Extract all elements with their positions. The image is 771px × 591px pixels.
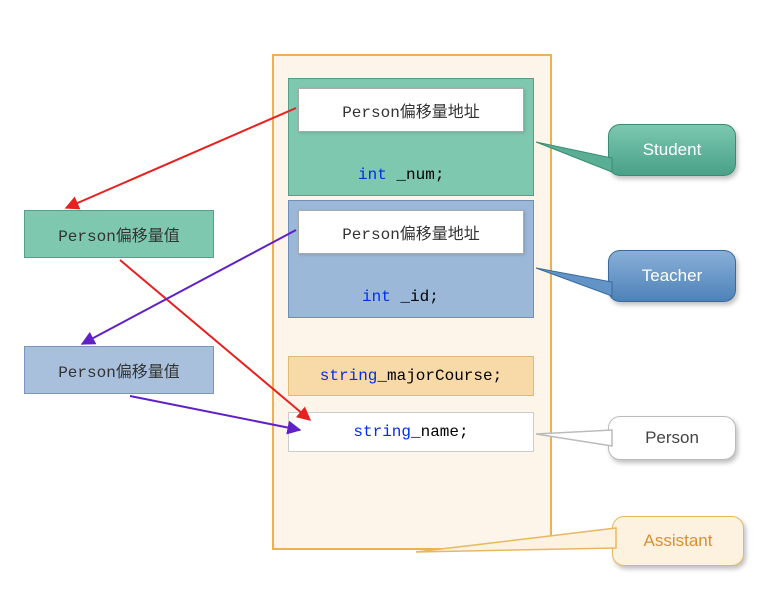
person-offset-value-green: Person偏移量值 [24,210,214,258]
field-name-majorcourse: _majorCourse; [377,367,502,385]
major-course-field-box: string _majorCourse; [288,356,534,396]
teacher-field-id: int _id; [362,288,439,306]
callout-assistant: Assistant [612,516,744,566]
field-name-name: _name; [411,423,469,441]
keyword-int: int [362,288,391,306]
callout-student: Student [608,124,736,176]
field-name-num: _num; [387,166,445,184]
teacher-offset-address-box: Person偏移量地址 [298,210,524,254]
student-offset-label: Person偏移量地址 [342,98,480,122]
student-field-num: int _num; [358,166,444,184]
callout-teacher: Teacher [608,250,736,302]
callout-person: Person [608,416,736,460]
name-field-box: string _name; [288,412,534,452]
callout-student-label: Student [643,140,702,160]
keyword-string: string [353,423,411,441]
student-offset-address-box: Person偏移量地址 [298,88,524,132]
callout-teacher-label: Teacher [642,266,702,286]
field-name-id: _id; [391,288,439,306]
callout-person-label: Person [645,428,699,448]
offset-blue-label: Person偏移量值 [58,358,180,382]
arrow-student-to-offset [66,108,296,208]
callout-assistant-label: Assistant [644,531,713,551]
teacher-offset-label: Person偏移量地址 [342,220,480,244]
keyword-int: int [358,166,387,184]
person-offset-value-blue: Person偏移量值 [24,346,214,394]
offset-green-label: Person偏移量值 [58,222,180,246]
keyword-string: string [320,367,378,385]
